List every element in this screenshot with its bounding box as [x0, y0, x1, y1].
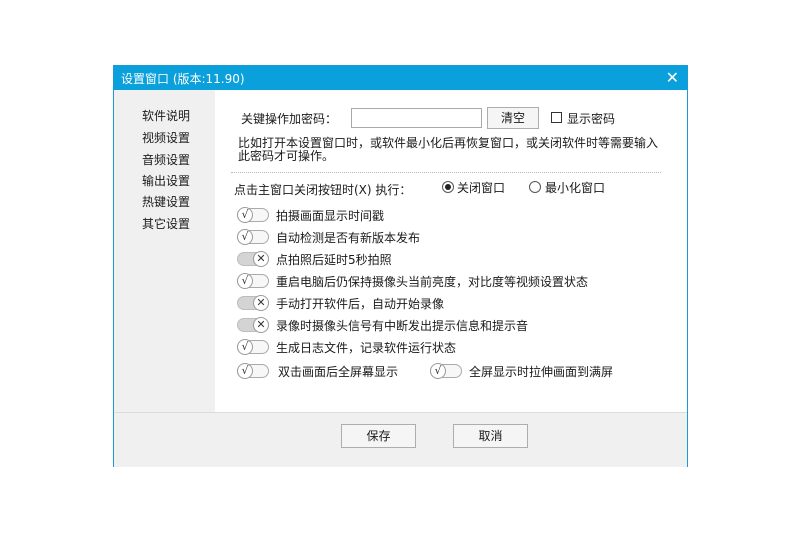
- footer: 保存 取消: [114, 412, 687, 467]
- clear-password-button[interactable]: 清空: [487, 107, 539, 129]
- toggle-auto-record[interactable]: ✕: [237, 295, 269, 311]
- check-icon: √: [430, 363, 446, 379]
- save-button[interactable]: 保存: [341, 424, 416, 448]
- toggle-log-file[interactable]: √: [237, 339, 269, 355]
- radio-close-window[interactable]: [442, 181, 454, 193]
- toggle-auto-record-label: 手动打开软件后，自动开始录像: [276, 297, 445, 311]
- check-icon: √: [237, 273, 253, 289]
- radio-minimize-window-label: 最小化窗口: [545, 181, 606, 195]
- toggle-keep-video-settings-label: 重启电脑后仍保持摄像头当前亮度，对比度等视频设置状态: [276, 275, 589, 289]
- check-icon: √: [237, 229, 253, 245]
- sidebar-item-video[interactable]: 视频设置: [120, 128, 213, 148]
- radio-minimize-window[interactable]: [529, 181, 541, 193]
- show-password-checkbox[interactable]: [551, 112, 562, 123]
- toggle-signal-alert[interactable]: ✕: [237, 317, 269, 333]
- toggle-update-check-label: 自动检测是否有新版本发布: [276, 231, 421, 245]
- toggle-photo-delay-label: 点拍照后延时5秒拍照: [276, 253, 392, 267]
- toggle-dblclick-fullscreen-label: 双击画面后全屏幕显示: [278, 365, 399, 379]
- show-password-label: 显示密码: [567, 112, 616, 126]
- sidebar-item-output[interactable]: 输出设置: [120, 171, 213, 191]
- radio-close-window-label: 关闭窗口: [457, 181, 506, 195]
- settings-window: 设置窗口 (版本:11.90) ✕ 软件说明 视频设置 音频设置 输出设置 热键…: [113, 65, 688, 467]
- check-icon: √: [237, 207, 253, 223]
- cross-icon: ✕: [253, 317, 269, 333]
- toggle-signal-alert-label: 录像时摄像头信号有中断发出提示信息和提示音: [276, 319, 529, 333]
- toggle-dblclick-fullscreen[interactable]: √: [237, 363, 269, 379]
- toggle-timestamp[interactable]: √: [237, 207, 269, 223]
- sidebar-item-other[interactable]: 其它设置: [120, 214, 213, 234]
- close-icon[interactable]: ✕: [666, 68, 679, 87]
- password-label: 关键操作加密码：: [241, 112, 338, 126]
- toggle-stretch-fullscreen-label: 全屏显示时拉伸画面到满屏: [469, 365, 614, 379]
- title-bar: 设置窗口 (版本:11.90) ✕: [114, 66, 687, 90]
- password-note: 比如打开本设置窗口时，或软件最小化后再恢复窗口，或关闭软件时等需要输入此密码才可…: [238, 136, 659, 163]
- password-input[interactable]: [351, 108, 482, 128]
- sidebar-item-audio[interactable]: 音频设置: [120, 150, 213, 170]
- check-icon: √: [237, 363, 253, 379]
- cross-icon: ✕: [253, 295, 269, 311]
- close-action-label: 点击主窗口关闭按钮时(X) 执行：: [234, 183, 412, 197]
- sidebar-item-hotkeys[interactable]: 热键设置: [120, 192, 213, 212]
- sidebar-item-software-info[interactable]: 软件说明: [120, 106, 213, 126]
- toggle-log-file-label: 生成日志文件，记录软件运行状态: [276, 341, 457, 355]
- toggle-photo-delay[interactable]: ✕: [237, 251, 269, 267]
- cross-icon: ✕: [253, 251, 269, 267]
- window-title: 设置窗口 (版本:11.90): [121, 72, 245, 86]
- check-icon: √: [237, 339, 253, 355]
- cancel-button[interactable]: 取消: [453, 424, 528, 448]
- divider: [231, 172, 661, 173]
- settings-content: 关键操作加密码： 清空 显示密码 比如打开本设置窗口时，或软件最小化后再恢复窗口…: [215, 90, 687, 412]
- toggle-stretch-fullscreen[interactable]: √: [430, 363, 462, 379]
- sidebar: 软件说明 视频设置 音频设置 输出设置 热键设置 其它设置: [114, 90, 215, 412]
- toggle-update-check[interactable]: √: [237, 229, 269, 245]
- toggle-timestamp-label: 拍摄画面显示时间戳: [276, 209, 385, 223]
- toggle-keep-video-settings[interactable]: √: [237, 273, 269, 289]
